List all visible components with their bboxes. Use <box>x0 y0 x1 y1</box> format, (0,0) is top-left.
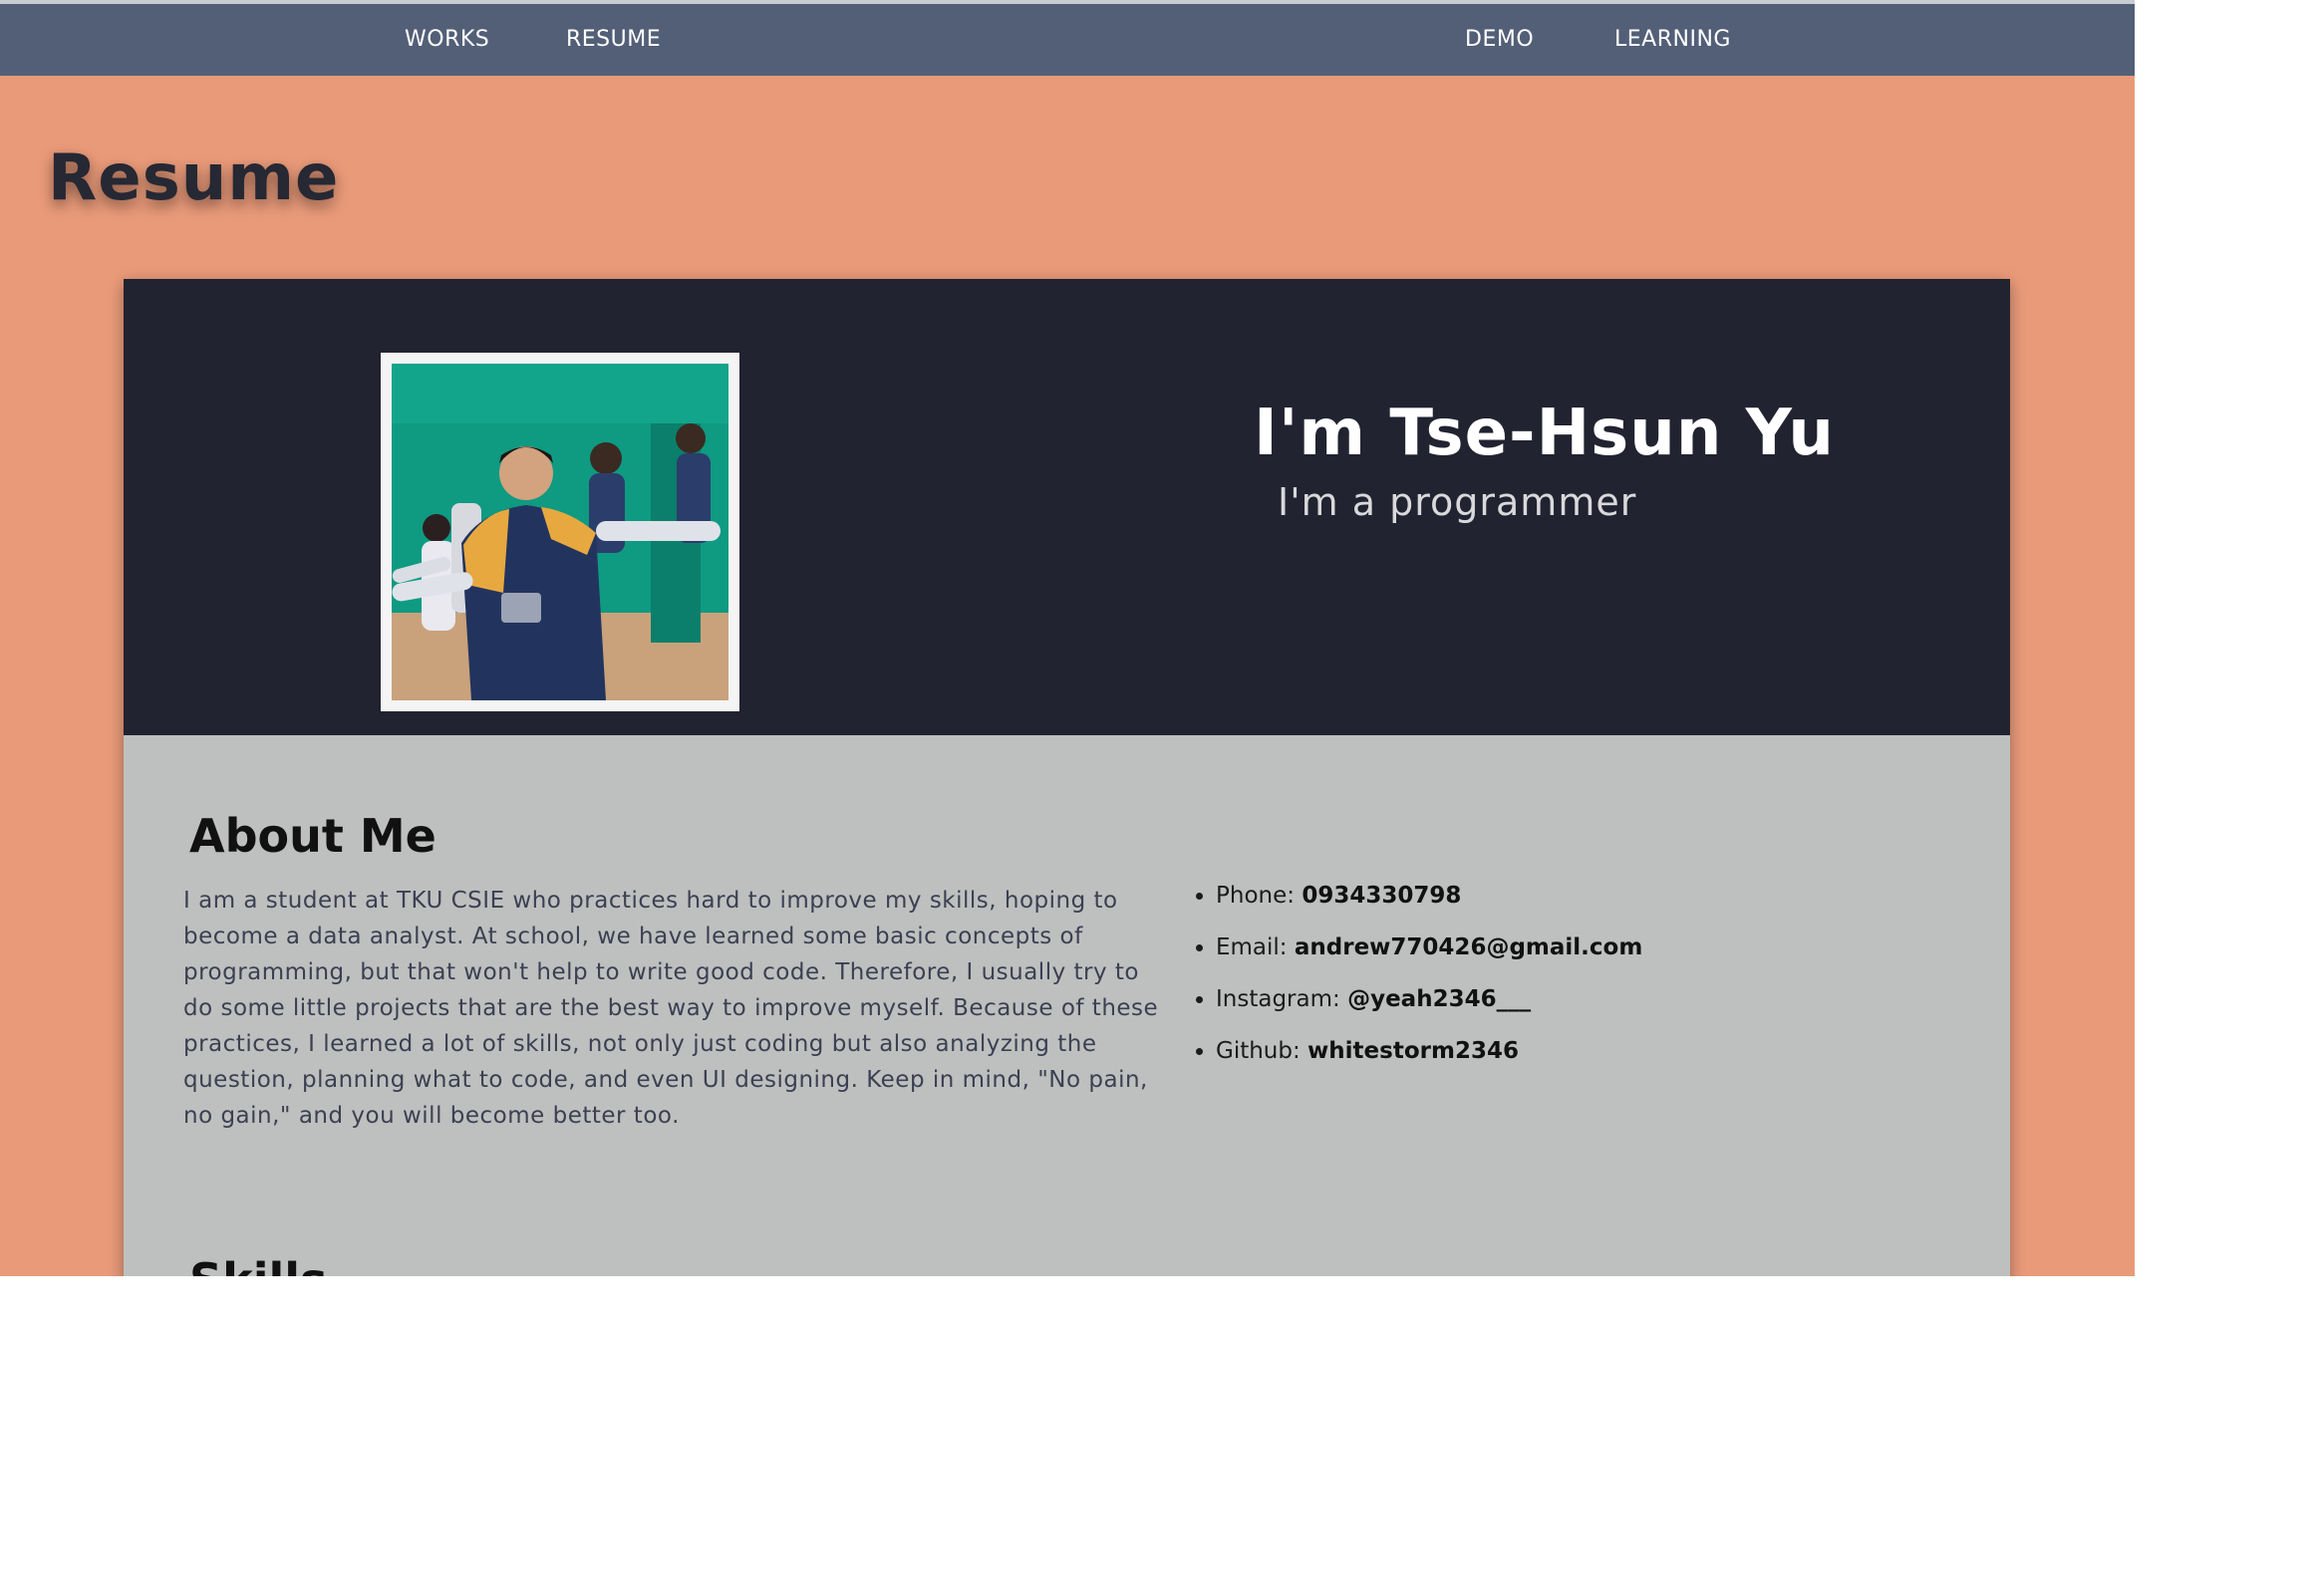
contact-value-github[interactable]: whitestorm2346 <box>1307 1038 1519 1064</box>
nav-link-demo[interactable]: DEMO <box>1465 4 1534 76</box>
contact-item-email: Email: andrew770426@gmail.com <box>1216 922 1642 973</box>
contact-item-instagram: Instagram: @yeah2346___ <box>1216 973 1642 1025</box>
hero-tagline: I'm a programmer <box>1278 480 1637 524</box>
about-paragraph: I am a student at TKU CSIE who practices… <box>183 888 1159 1129</box>
contact-value-email[interactable]: andrew770426@gmail.com <box>1295 934 1642 960</box>
page-title: Resume <box>48 141 340 215</box>
contact-value-instagram[interactable]: @yeah2346___ <box>1347 986 1531 1012</box>
nav-link-works[interactable]: WORKS <box>405 4 489 76</box>
contact-label: Github: <box>1216 1038 1308 1064</box>
hero-name: I'm Tse-Hsun Yu <box>1254 397 1835 470</box>
contact-item-github: Github: whitestorm2346 <box>1216 1025 1642 1077</box>
browser-viewport: WORKS RESUME DEMO LEARNING Resume I'm Ts… <box>0 0 2135 1276</box>
nav-link-resume[interactable]: RESUME <box>566 4 661 76</box>
resume-card: I'm Tse-Hsun Yu I'm a programmer About M… <box>124 279 2010 1276</box>
contact-item-phone: Phone: 0934330798 <box>1216 870 1642 922</box>
profile-photo-frame <box>381 353 739 711</box>
contact-label: Email: <box>1216 934 1295 960</box>
contact-list: Phone: 0934330798 Email: andrew770426@gm… <box>1180 870 1642 1077</box>
profile-photo <box>392 364 728 700</box>
contact-label: Phone: <box>1216 883 1303 909</box>
contact-value-phone: 0934330798 <box>1302 883 1462 909</box>
contact-label: Instagram: <box>1216 986 1348 1012</box>
skills-heading: Skills <box>189 1253 327 1276</box>
about-heading: About Me <box>189 809 436 863</box>
hero-banner: I'm Tse-Hsun Yu I'm a programmer <box>124 279 2010 735</box>
content-section: About Me I am a student at TKU CSIE who … <box>124 735 2010 1276</box>
nav-link-learning[interactable]: LEARNING <box>1614 4 1731 76</box>
top-navbar: WORKS RESUME DEMO LEARNING <box>0 4 2135 76</box>
